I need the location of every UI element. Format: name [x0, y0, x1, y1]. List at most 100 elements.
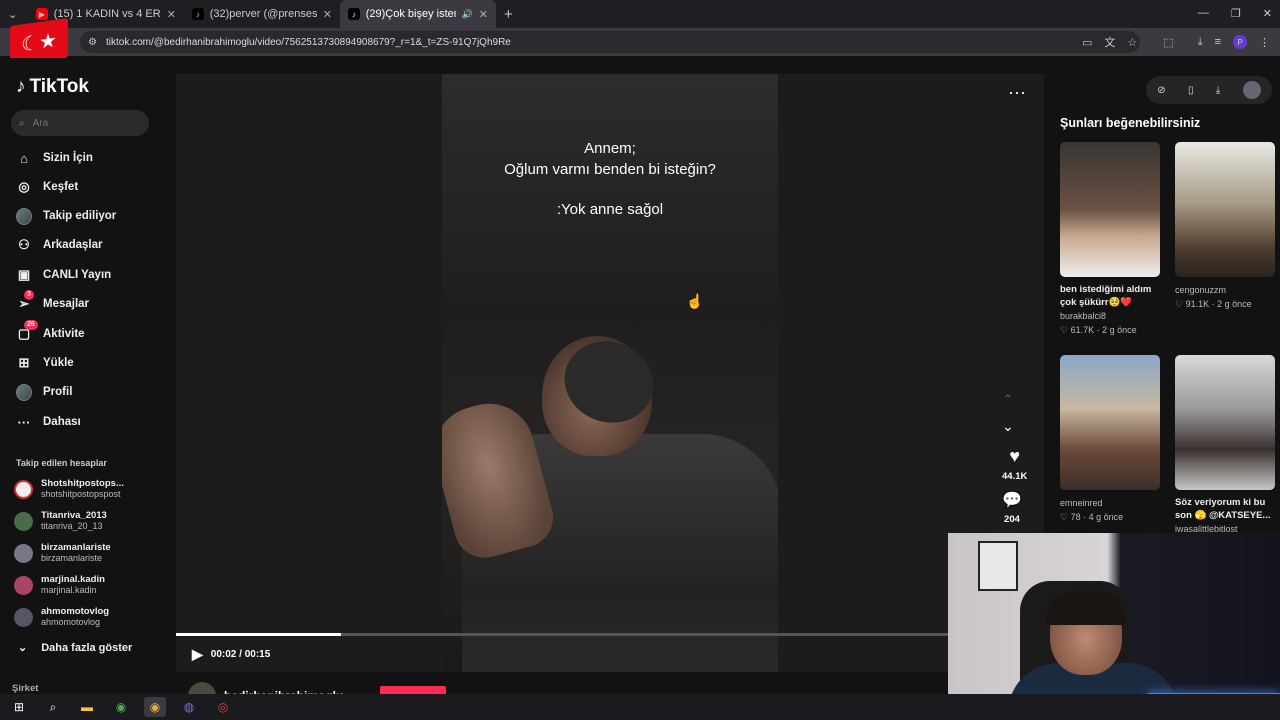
card-age: 2 g önce: [1217, 299, 1252, 309]
phone-icon[interactable]: ▯: [1188, 85, 1194, 96]
heart-icon[interactable]: ♥: [1009, 446, 1020, 467]
windows-start-icon[interactable]: ⊞: [8, 697, 30, 717]
card-likes: 78: [1070, 512, 1081, 522]
account-name: marjinal.kadin: [41, 574, 105, 585]
coin-icon[interactable]: ⊘: [1157, 85, 1165, 96]
like-count: 44.1K: [1002, 471, 1028, 482]
nav-aktivite[interactable]: ▢ 26 Aktivite: [16, 320, 85, 344]
minimize-icon[interactable]: —: [1198, 7, 1209, 20]
nav-sizin-icin[interactable]: ⌂ Sizin İçin: [16, 148, 93, 168]
activity-icon: ▢ 26: [16, 320, 38, 342]
bookmark-star-icon[interactable]: ☆: [1127, 36, 1137, 49]
card-meta: ♡ 91.1K · 2 g önce: [1175, 299, 1252, 309]
media-icon[interactable]: ≡: [1215, 36, 1221, 48]
suggestion-card[interactable]: ben istediğimi aldım çok şükürr🥺❤️ burak…: [1060, 142, 1160, 336]
chrome-active-icon[interactable]: ◉: [144, 697, 166, 717]
close-icon[interactable]: ✕: [323, 8, 332, 21]
nav-yukle[interactable]: ⊞ Yükle: [16, 353, 74, 373]
suggestion-card[interactable]: emneinred ♡ 78 · 4 g önce: [1060, 355, 1160, 523]
nav-arrows: ⌃ ⌄: [1002, 392, 1014, 435]
menu-icon[interactable]: ⋮: [1259, 36, 1270, 49]
url-field[interactable]: ⚙ tiktok.com/@bedirhanibrahimoglu/video/…: [80, 31, 1140, 53]
close-icon[interactable]: ✕: [479, 8, 488, 21]
wall-poster: [978, 541, 1018, 591]
nav-label: CANLI Yayın: [43, 269, 112, 281]
video-caption-line: Oğlum varmı benden bi isteğin?: [504, 161, 716, 178]
browser-tab-tiktok-1[interactable]: ♪ (32)perver (@prensesperver) | T ✕: [184, 0, 340, 28]
video-thumbnail[interactable]: [1060, 142, 1160, 277]
video-thumbnail[interactable]: [1175, 355, 1275, 490]
upload-icon: ⊞: [18, 355, 30, 370]
suggestions-title: Şunları beğenebilirsiniz: [1060, 116, 1201, 130]
card-user: cengonuzzm: [1175, 285, 1227, 295]
like-action[interactable]: ♥ 44.1K: [1002, 446, 1027, 482]
nav-label: Mesajlar: [43, 298, 90, 310]
hand-cursor-icon: ☝: [686, 293, 704, 309]
avatar: [16, 383, 32, 401]
avatar[interactable]: [1242, 81, 1261, 99]
nav-dahasi[interactable]: ··· Dahası: [16, 412, 81, 432]
following-account[interactable]: ahmomotovlog ahmomotovlog: [14, 606, 109, 628]
video-thumbnail[interactable]: [1175, 142, 1275, 277]
logo-text: TikTok: [29, 76, 89, 97]
restore-icon[interactable]: ❐: [1231, 7, 1241, 20]
video-thumbnail[interactable]: [1060, 355, 1160, 490]
extensions-icon[interactable]: ⬚: [1163, 36, 1173, 49]
following-account[interactable]: Titanriva_2013 titanriva_20_13: [14, 510, 107, 532]
avatar: [14, 511, 33, 531]
chevron-down-icon[interactable]: ⌄: [1002, 418, 1014, 435]
chevron-down-icon: ⌄: [8, 8, 18, 21]
nav-profil[interactable]: Profil: [16, 382, 72, 402]
video-player[interactable]: Annem; Oğlum varmı benden bi isteğin? :Y…: [176, 74, 1044, 710]
comment-icon[interactable]: 💬: [1002, 490, 1022, 510]
file-explorer-icon[interactable]: ▬: [76, 697, 98, 717]
tiktok-logo[interactable]: ♪ TikTok: [16, 76, 89, 98]
recording-app-icon[interactable]: ◎: [212, 697, 234, 717]
nav-label: Takip ediliyor: [43, 210, 117, 222]
suggestion-card[interactable]: Söz veriyorum ki bu son 🫣 @KATSEYE... iw…: [1175, 355, 1275, 534]
profile-icon[interactable]: P: [1233, 35, 1247, 49]
following-account[interactable]: Shotshitpostops... shotshitpostopspost: [14, 478, 124, 500]
tiktok-icon: ♪: [16, 76, 26, 97]
following-account[interactable]: birzamanlariste birzamanlariste: [14, 542, 111, 564]
nav-canli-yayin[interactable]: ▣ CANLI Yayın: [16, 265, 111, 285]
account-handle: titanriva_20_13: [41, 521, 103, 531]
show-more-button[interactable]: ⌄ Daha fazla göster: [18, 641, 132, 655]
compass-icon: ◎: [18, 179, 30, 194]
more-options-icon[interactable]: ···: [1008, 82, 1026, 103]
search-icon[interactable]: ⌕: [42, 697, 64, 717]
nav-mesajlar[interactable]: ➢ 3 Mesajlar: [16, 290, 90, 314]
chevron-up-icon[interactable]: ⌃: [1003, 392, 1013, 406]
friends-icon: ⚇: [18, 237, 30, 252]
download-icon[interactable]: ⤓: [1216, 85, 1220, 96]
translate-icon[interactable]: 文: [1104, 34, 1115, 50]
search-input[interactable]: [32, 117, 133, 129]
video-caption-line: Annem;: [584, 140, 636, 157]
avatar: [14, 607, 33, 627]
nav-takip-ediliyor[interactable]: Takip ediliyor: [16, 206, 116, 226]
suggestion-card[interactable]: cengonuzzm ♡ 91.1K · 2 g önce: [1175, 142, 1275, 310]
search-box[interactable]: ⌕: [11, 110, 149, 136]
comment-action[interactable]: 💬 204: [1002, 490, 1022, 525]
video-progress-bar[interactable]: [176, 633, 1044, 636]
following-account[interactable]: marjinal.kadin marjinal.kadin: [14, 574, 105, 596]
nav-arkadaslar[interactable]: ⚇ Arkadaşlar: [16, 235, 102, 255]
cast-icon[interactable]: ▭: [1082, 36, 1092, 49]
account-handle: ahmomotovlog: [41, 617, 101, 627]
chrome-icon[interactable]: ◉: [110, 697, 132, 717]
video-frame[interactable]: Annem; Oğlum varmı benden bi isteğin? :Y…: [442, 74, 778, 672]
card-title: Söz veriyorum ki bu son 🫣 @KATSEYE...: [1175, 497, 1271, 521]
close-icon[interactable]: ✕: [167, 8, 176, 21]
play-icon[interactable]: ▶: [192, 646, 203, 663]
browser-tab-tiktok-active[interactable]: ♪ (29)Çok bişey istemiyorum 🔊 ✕: [340, 0, 496, 28]
close-window-icon[interactable]: ✕: [1263, 7, 1272, 20]
nav-kesfet[interactable]: ◎ Keşfet: [16, 177, 78, 197]
chevron-down-icon: ⌄: [18, 642, 28, 654]
heart-outline-icon: ♡: [1175, 299, 1186, 309]
company-link[interactable]: Şirket: [12, 683, 38, 694]
obs-icon[interactable]: ◍: [178, 697, 200, 717]
site-settings-icon[interactable]: ⚙: [88, 37, 97, 48]
speaker-icon[interactable]: 🔊: [462, 9, 473, 20]
new-tab-button[interactable]: +: [496, 0, 521, 28]
download-icon[interactable]: ⤓: [1198, 36, 1203, 49]
